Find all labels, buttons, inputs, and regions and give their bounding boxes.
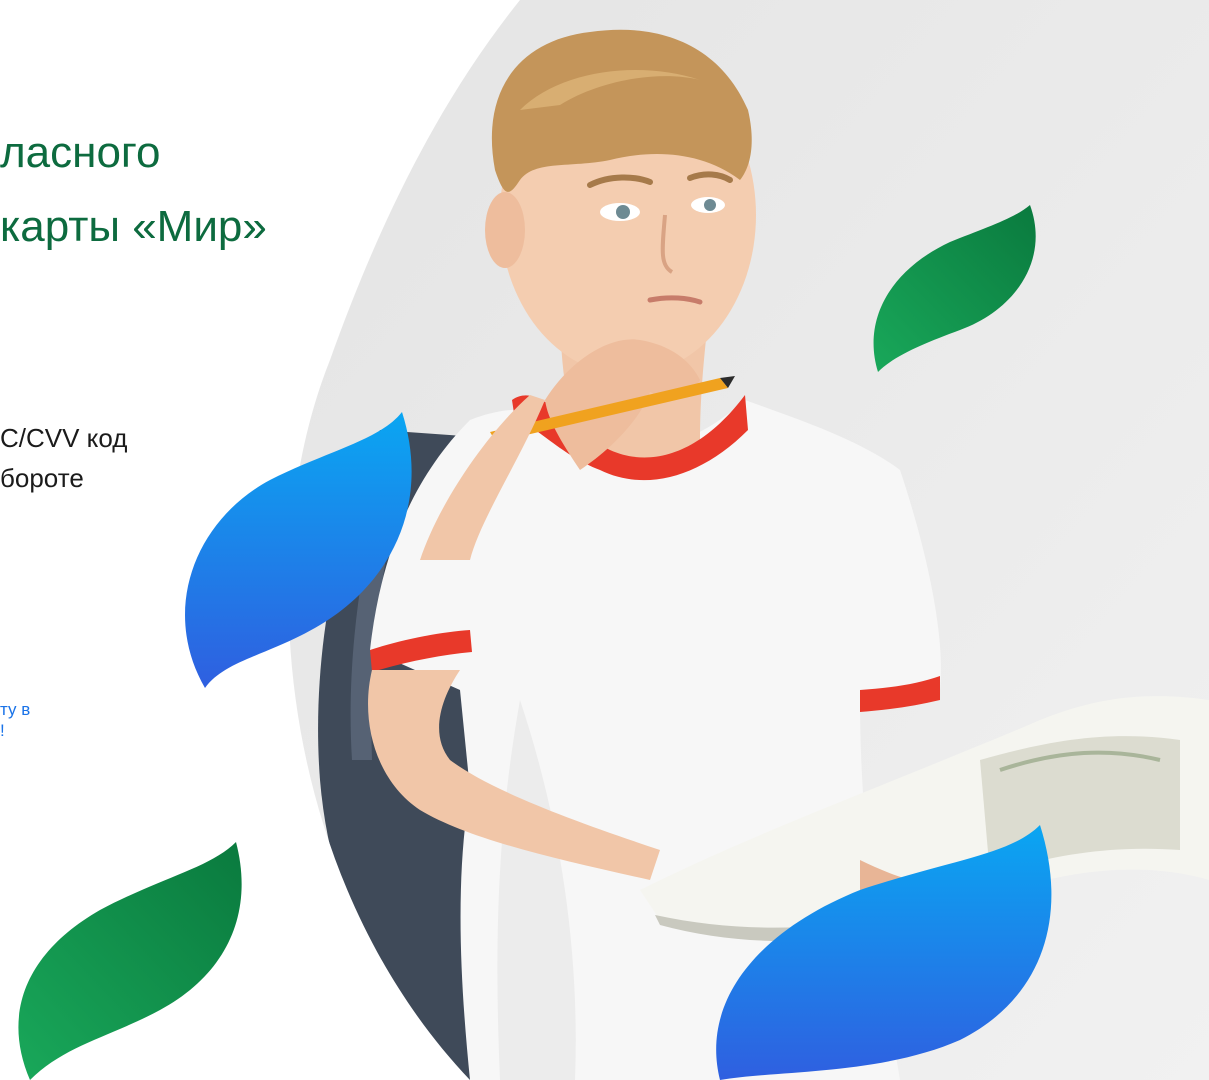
leaf-green-bottom-left [18, 842, 242, 1080]
link-line-2[interactable]: ! [0, 720, 5, 742]
slide: ласного карты «Мир» C/CVV код бороте ту … [0, 0, 1209, 1080]
photo-area [18, 0, 1209, 1080]
link-line-1[interactable]: ту в [0, 699, 30, 721]
body-line-1: C/CVV код [0, 423, 128, 453]
title-line-2: карты «Мир» [0, 202, 267, 251]
body-line-2: бороте [0, 463, 84, 493]
title-line-1: ласного [0, 128, 161, 177]
